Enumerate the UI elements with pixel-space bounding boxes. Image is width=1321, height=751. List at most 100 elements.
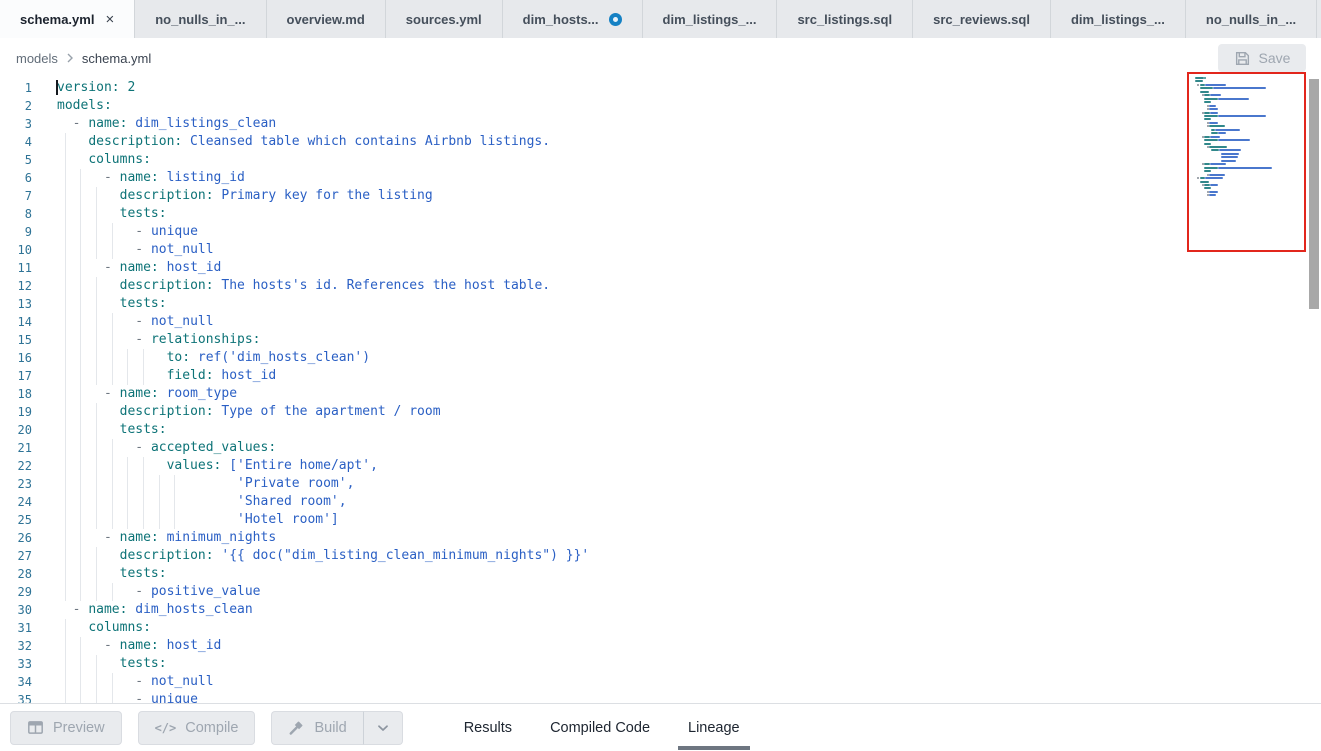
line-number[interactable]: 16 xyxy=(0,349,32,367)
code-line[interactable]: 4 description: Cleansed table which cont… xyxy=(0,133,1321,151)
bottom-tab-lineage[interactable]: Lineage xyxy=(669,704,759,751)
code-line[interactable]: 7 description: Primary key for the listi… xyxy=(0,187,1321,205)
line-number[interactable]: 33 xyxy=(0,655,32,673)
breadcrumb-item-models[interactable]: models xyxy=(16,51,58,66)
line-number[interactable]: 7 xyxy=(0,187,32,205)
line-number[interactable]: 15 xyxy=(0,331,32,349)
editor-tab[interactable]: no_nulls_in_... xyxy=(135,0,266,38)
build-button-group: Build xyxy=(271,711,402,745)
code-line[interactable]: 10 - not_null xyxy=(0,241,1321,259)
line-number[interactable]: 34 xyxy=(0,673,32,691)
code-line[interactable]: 24 'Shared room', xyxy=(0,493,1321,511)
code-line[interactable]: 20 tests: xyxy=(0,421,1321,439)
editor-tab[interactable]: src_listings.sql xyxy=(777,0,913,38)
editor-tab[interactable]: overview.md xyxy=(267,0,386,38)
line-number[interactable]: 21 xyxy=(0,439,32,457)
minimap[interactable] xyxy=(1187,72,1306,252)
line-number[interactable]: 14 xyxy=(0,313,32,331)
line-number[interactable]: 32 xyxy=(0,637,32,655)
code-line[interactable]: 6 - name: listing_id xyxy=(0,169,1321,187)
code-segment-val: ['Entire home/apt', xyxy=(221,458,378,473)
editor-tab[interactable]: dim_listings_... xyxy=(1051,0,1186,38)
line-number[interactable]: 29 xyxy=(0,583,32,601)
code-line[interactable]: 2models: xyxy=(0,97,1321,115)
editor-tab[interactable]: dim_listings_... xyxy=(643,0,778,38)
line-number[interactable]: 22 xyxy=(0,457,32,475)
code-editor[interactable]: 1version: 22models:3 - name: dim_listing… xyxy=(0,78,1321,703)
line-number[interactable]: 17 xyxy=(0,367,32,385)
code-line[interactable]: 16 to: ref('dim_hosts_clean') xyxy=(0,349,1321,367)
code-line[interactable]: 29 - positive_value xyxy=(0,583,1321,601)
bottom-tab-compiled-code[interactable]: Compiled Code xyxy=(531,704,669,751)
line-number[interactable]: 5 xyxy=(0,151,32,169)
code-segment-val: host_id xyxy=(214,368,277,383)
line-number[interactable]: 4 xyxy=(0,133,32,151)
code-line[interactable]: 5 columns: xyxy=(0,151,1321,169)
editor-tab[interactable]: src_reviews.sql xyxy=(913,0,1051,38)
code-line[interactable]: 28 tests: xyxy=(0,565,1321,583)
code-line[interactable]: 18 - name: room_type xyxy=(0,385,1321,403)
line-number[interactable]: 12 xyxy=(0,277,32,295)
code-line[interactable]: 15 - relationships: xyxy=(0,331,1321,349)
code-line[interactable]: 27 description: '{{ doc("dim_listing_cle… xyxy=(0,547,1321,565)
code-line[interactable]: 1version: 2 xyxy=(0,79,1321,97)
build-dropdown-button[interactable] xyxy=(363,711,403,745)
code-line[interactable]: 13 tests: xyxy=(0,295,1321,313)
build-button[interactable]: Build xyxy=(271,711,362,745)
line-number[interactable]: 9 xyxy=(0,223,32,241)
code-line[interactable]: 11 - name: host_id xyxy=(0,259,1321,277)
line-number[interactable]: 8 xyxy=(0,205,32,223)
code-line[interactable]: 34 - not_null xyxy=(0,673,1321,691)
code-line[interactable]: 17 field: host_id xyxy=(0,367,1321,385)
line-number[interactable]: 1 xyxy=(0,79,32,97)
bottom-tab-label: Results xyxy=(464,720,512,736)
code-line[interactable]: 12 description: The hosts's id. Referenc… xyxy=(0,277,1321,295)
line-number[interactable]: 30 xyxy=(0,601,32,619)
line-number[interactable]: 23 xyxy=(0,475,32,493)
code-line[interactable]: 23 'Private room', xyxy=(0,475,1321,493)
line-number[interactable]: 6 xyxy=(0,169,32,187)
line-number[interactable]: 20 xyxy=(0,421,32,439)
code-line[interactable]: 25 'Hotel room'] xyxy=(0,511,1321,529)
code-line[interactable]: 26 - name: minimum_nights xyxy=(0,529,1321,547)
code-line[interactable]: 31 columns: xyxy=(0,619,1321,637)
line-number[interactable]: 3 xyxy=(0,115,32,133)
close-icon[interactable]: × xyxy=(105,12,114,27)
preview-button[interactable]: Preview xyxy=(10,711,122,745)
vertical-scrollbar[interactable] xyxy=(1309,79,1319,309)
line-number[interactable]: 2 xyxy=(0,97,32,115)
line-number[interactable]: 25 xyxy=(0,511,32,529)
code-line[interactable]: 21 - accepted_values: xyxy=(0,439,1321,457)
code-line[interactable]: 9 - unique xyxy=(0,223,1321,241)
line-number[interactable]: 10 xyxy=(0,241,32,259)
editor-tab[interactable]: dim_hosts... xyxy=(503,0,643,38)
code-line[interactable]: 33 tests: xyxy=(0,655,1321,673)
code-line[interactable]: 14 - not_null xyxy=(0,313,1321,331)
code-segment-key: tests: xyxy=(120,656,167,671)
line-number[interactable]: 31 xyxy=(0,619,32,637)
new-tab-button[interactable]: + xyxy=(1317,0,1321,38)
code-line[interactable]: 22 values: ['Entire home/apt', xyxy=(0,457,1321,475)
editor-tab[interactable]: no_nulls_in_... xyxy=(1186,0,1317,38)
line-number[interactable]: 26 xyxy=(0,529,32,547)
line-number[interactable]: 19 xyxy=(0,403,32,421)
compile-button[interactable]: </> Compile xyxy=(138,711,256,745)
code-line[interactable]: 8 tests: xyxy=(0,205,1321,223)
code-line[interactable]: 3 - name: dim_listings_clean xyxy=(0,115,1321,133)
editor-tab[interactable]: sources.yml xyxy=(386,0,503,38)
save-button[interactable]: Save xyxy=(1218,44,1306,72)
code-line[interactable]: 19 description: Type of the apartment / … xyxy=(0,403,1321,421)
line-number[interactable]: 13 xyxy=(0,295,32,313)
code-line[interactable]: 32 - name: host_id xyxy=(0,637,1321,655)
editor-tab[interactable]: schema.yml× xyxy=(0,0,135,38)
bottom-tab-results[interactable]: Results xyxy=(445,704,531,751)
line-number[interactable]: 11 xyxy=(0,259,32,277)
line-number[interactable]: 24 xyxy=(0,493,32,511)
code-line[interactable]: 30 - name: dim_hosts_clean xyxy=(0,601,1321,619)
line-number[interactable]: 18 xyxy=(0,385,32,403)
code-line[interactable]: 35 - unique xyxy=(0,691,1321,703)
minimap-line xyxy=(1218,167,1272,169)
line-number[interactable]: 27 xyxy=(0,547,32,565)
line-number[interactable]: 35 xyxy=(0,691,32,703)
line-number[interactable]: 28 xyxy=(0,565,32,583)
